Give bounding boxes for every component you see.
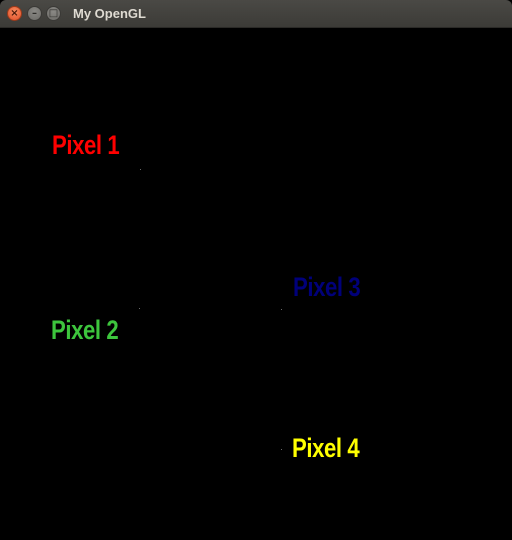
- minimize-window-button[interactable]: –: [27, 6, 42, 21]
- opengl-window: × – □ My OpenGL Pixel 1 Pixel 2 Pixel 3 …: [0, 0, 512, 540]
- pixel-4-marker: [281, 449, 282, 450]
- pixel-1-label: Pixel 1: [52, 130, 120, 160]
- close-icon: ×: [10, 7, 19, 19]
- opengl-canvas[interactable]: Pixel 1 Pixel 2 Pixel 3 Pixel 4: [0, 28, 512, 540]
- pixel-3-label: Pixel 3: [293, 272, 361, 302]
- maximize-window-button[interactable]: □: [46, 6, 61, 21]
- pixel-3-marker: [281, 309, 282, 310]
- pixel-2-marker: [139, 308, 140, 309]
- pixel-2-label: Pixel 2: [51, 315, 119, 345]
- close-window-button[interactable]: ×: [7, 6, 22, 21]
- title-bar[interactable]: × – □ My OpenGL: [0, 0, 512, 28]
- window-title: My OpenGL: [73, 6, 146, 21]
- maximize-icon: □: [48, 7, 59, 19]
- minimize-icon: –: [32, 7, 37, 19]
- pixel-1-marker: [140, 169, 141, 170]
- pixel-4-label: Pixel 4: [292, 433, 360, 463]
